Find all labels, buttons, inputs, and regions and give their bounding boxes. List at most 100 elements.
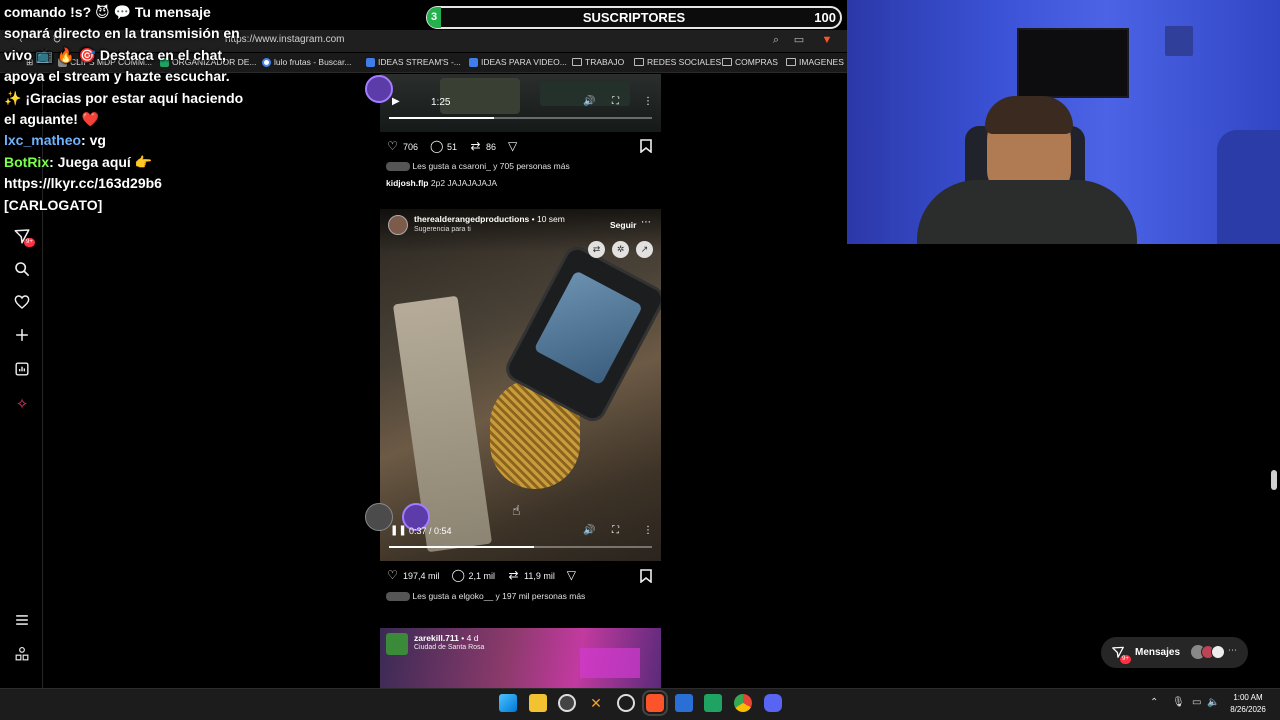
folder-icon: [722, 58, 732, 66]
chat-message: BotRix: Juega aquí 👉 https://lkyr.cc/163…: [4, 152, 244, 216]
post3-location[interactable]: Ciudad de Santa Rosa: [414, 644, 484, 651]
app-circle-icon[interactable]: [617, 694, 635, 712]
windows-taskbar: [0, 688, 1280, 720]
post2-actions: ♡ 197,4 mil ◯ 2,1 mil ⇄ 11,9 mil ▽: [386, 569, 578, 582]
chat-message: lxc_matheo: vg: [4, 130, 244, 151]
sheets-icon[interactable]: [704, 694, 722, 712]
like-heart-icon[interactable]: ♡: [386, 140, 399, 153]
background-frame: [1165, 26, 1193, 56]
clock-time[interactable]: 1:00 AM: [1222, 693, 1274, 702]
app-window-icon[interactable]: [675, 694, 693, 712]
fullscreen-icon[interactable]: ⛶: [612, 525, 619, 536]
dashboard-icon[interactable]: [12, 362, 32, 382]
volume-icon[interactable]: 🔊: [583, 96, 595, 107]
caption-username[interactable]: kidjosh.flp: [386, 178, 429, 188]
post1-actions: ♡ 706 ◯ 51 ⇄ 86 ▽: [386, 140, 519, 153]
follow-button[interactable]: Seguir: [610, 220, 636, 230]
post1-progress-fill: [389, 117, 495, 119]
docs-icon: [366, 57, 375, 67]
meta-apps-icon[interactable]: [12, 647, 32, 667]
background-object: [1217, 130, 1280, 244]
post1-time: 1:25: [431, 97, 451, 108]
effects-icon[interactable]: ✲: [612, 241, 629, 258]
more-options-icon[interactable]: ⋮: [643, 96, 653, 107]
post2-subtitle: Sugerencia para ti: [414, 226, 471, 233]
network-icon[interactable]: ▭: [1192, 697, 1201, 708]
post1-comments: 51: [447, 141, 458, 152]
cast-icon[interactable]: ▭: [792, 33, 806, 47]
comment-icon[interactable]: ◯: [452, 569, 465, 582]
file-explorer-icon[interactable]: [529, 694, 547, 712]
clock-date[interactable]: 8/26/2026: [1222, 705, 1274, 714]
post3-age: • 4 d: [461, 633, 479, 643]
fullscreen-icon[interactable]: ⛶: [612, 96, 619, 107]
volume-icon[interactable]: 🔈: [1207, 697, 1219, 708]
post3-header: zarekill.711 • 4 d: [414, 633, 478, 643]
person-shirt: [917, 180, 1137, 244]
share-icon[interactable]: ▽: [506, 140, 519, 153]
liker-avatars: [386, 162, 410, 172]
bookmark-folder-compras[interactable]: COMPRAS: [722, 57, 778, 67]
stream-chat-overlay: comando !s? 😈 💬 Tu mensaje sonará direct…: [4, 2, 244, 216]
zoom-icon[interactable]: ⌕: [769, 33, 783, 47]
volume-icon[interactable]: 🔊: [583, 525, 595, 536]
post3-avatar[interactable]: [386, 633, 408, 655]
subscriber-goal: 100: [814, 10, 836, 25]
post2-username[interactable]: therealderangedproductions: [414, 214, 529, 224]
chat-text: : vg: [81, 132, 106, 149]
tray-chevron-icon[interactable]: ⌃: [1150, 697, 1158, 708]
post2-avatar[interactable]: [388, 215, 408, 235]
chat-intro-message: comando !s? 😈 💬 Tu mensaje sonará direct…: [4, 4, 244, 128]
messages-label: Mensajes: [1135, 647, 1181, 658]
bookmark-folder-imagenes[interactable]: IMAGENES: [786, 57, 844, 67]
mouse-cursor-icon: ☝: [512, 502, 521, 518]
bookmark-folder-trabajo[interactable]: TRABAJO: [572, 57, 624, 67]
heart-icon[interactable]: [12, 294, 32, 314]
post2-likes: 197,4 mil: [403, 570, 440, 581]
chat-username: BotRix: [4, 153, 50, 170]
bookmark-folder-redes[interactable]: REDES SOCIALES: [634, 57, 721, 67]
folder-icon: [634, 58, 644, 66]
obs-icon[interactable]: [558, 694, 576, 712]
repost-icon[interactable]: ⇄: [469, 140, 482, 153]
post2-header: therealderangedproductions • 10 sem: [414, 214, 565, 224]
webcam-overlay: [847, 0, 1280, 244]
app-icon[interactable]: ✕: [587, 694, 605, 712]
post2-time: 0:37 / 0:54: [409, 526, 452, 536]
brave-shield-icon[interactable]: ▼: [820, 33, 834, 47]
repost-icon[interactable]: ⇄: [507, 569, 520, 582]
post1-likes: 706: [403, 141, 419, 152]
search-icon[interactable]: [12, 261, 32, 281]
like-heart-icon[interactable]: ♡: [386, 569, 399, 582]
bookmark-item[interactable]: IDEAS PARA VIDEO...: [469, 57, 567, 67]
create-plus-icon[interactable]: [12, 328, 32, 348]
discord-icon[interactable]: [764, 694, 782, 712]
post1-progress-bar[interactable]: [389, 117, 652, 119]
post2-progress-fill: [389, 546, 534, 548]
windows-start-icon[interactable]: [499, 694, 517, 712]
chrome-icon[interactable]: [734, 694, 752, 712]
remix-icon[interactable]: ⇄: [588, 241, 605, 258]
pause-icon[interactable]: ❚❚: [390, 525, 407, 536]
scrollbar-thumb[interactable]: [1271, 470, 1277, 490]
save-bookmark-icon[interactable]: [640, 569, 653, 584]
play-icon[interactable]: ▶: [392, 96, 400, 107]
open-external-icon[interactable]: ↗: [636, 241, 653, 258]
overlay-avatar-icon: [365, 75, 393, 103]
docs-icon: [469, 57, 478, 67]
threads-sparkle-icon[interactable]: ✧: [12, 395, 32, 415]
menu-icon[interactable]: [12, 613, 32, 633]
brave-browser-icon[interactable]: [642, 690, 668, 716]
more-options-icon[interactable]: ⋯: [641, 217, 651, 228]
bookmark-item[interactable]: IDEAS STREAM'S -...: [366, 57, 461, 67]
more-options-icon[interactable]: ⋮: [643, 525, 653, 536]
more-dots-icon: ⋯: [1228, 645, 1237, 655]
microphone-icon[interactable]: 🎙: [1172, 697, 1185, 708]
share-icon[interactable]: ▽: [565, 569, 578, 582]
comment-icon[interactable]: ◯: [430, 140, 443, 153]
messages-badge: 9+: [1120, 655, 1131, 664]
bookmark-item[interactable]: lulo frutas - Buscar...: [262, 57, 351, 67]
post3-username[interactable]: zarekill.711: [414, 633, 459, 643]
save-bookmark-icon[interactable]: [640, 139, 653, 154]
post2-progress-bar[interactable]: [389, 546, 652, 548]
